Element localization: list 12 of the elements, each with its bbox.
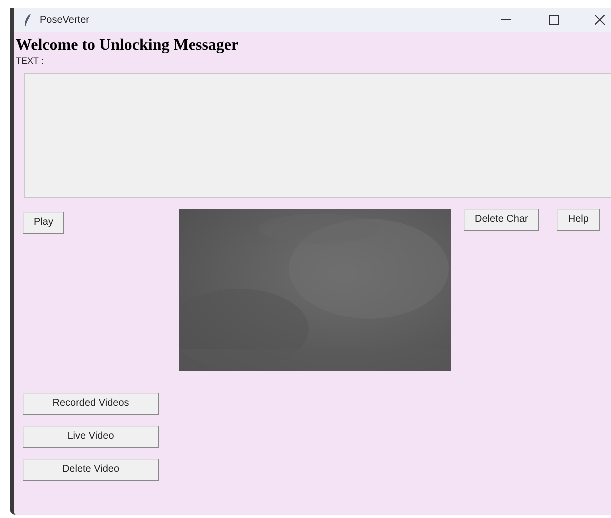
button[interactable]: Recorded Videos [23,393,159,415]
button[interactable]: Live Video [23,426,159,448]
button[interactable]: Delete Char [464,209,540,231]
button[interactable]: Delete Video [23,459,159,481]
feather-icon [24,14,32,26]
button[interactable]: Help [557,209,600,231]
maximize-icon[interactable] [549,15,559,25]
text-label: TEXT : [16,55,45,67]
window-title: PoseVerter [40,14,90,28]
close-icon[interactable] [595,15,605,25]
heading: Welcome to Unlocking Messager [16,37,240,55]
play-button[interactable]: Play [23,212,64,234]
